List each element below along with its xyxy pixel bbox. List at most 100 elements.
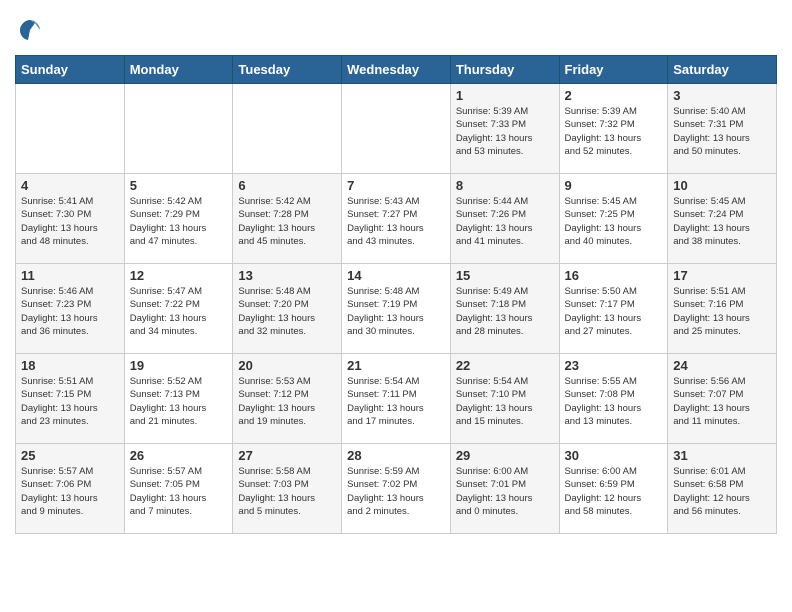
calendar-cell: 27 Sunrise: 5:58 AM Sunset: 7:03 PM Dayli… [233,444,342,534]
day-number: 14 [347,268,445,283]
calendar-cell: 18 Sunrise: 5:51 AM Sunset: 7:15 PM Dayli… [16,354,125,444]
day-number: 1 [456,88,554,103]
day-detail: Sunrise: 5:42 AM Sunset: 7:29 PM Dayligh… [130,195,228,248]
day-number: 29 [456,448,554,463]
logo-icon [15,15,45,45]
day-detail: Sunrise: 5:51 AM Sunset: 7:16 PM Dayligh… [673,285,771,338]
header-monday: Monday [124,56,233,84]
day-number: 21 [347,358,445,373]
calendar-header-row: SundayMondayTuesdayWednesdayThursdayFrid… [16,56,777,84]
logo [15,15,51,45]
day-detail: Sunrise: 5:41 AM Sunset: 7:30 PM Dayligh… [21,195,119,248]
day-number: 30 [565,448,663,463]
header-sunday: Sunday [16,56,125,84]
calendar-cell [233,84,342,174]
day-detail: Sunrise: 5:53 AM Sunset: 7:12 PM Dayligh… [238,375,336,428]
calendar-cell: 25 Sunrise: 5:57 AM Sunset: 7:06 PM Dayli… [16,444,125,534]
week-row-4: 18 Sunrise: 5:51 AM Sunset: 7:15 PM Dayli… [16,354,777,444]
day-number: 24 [673,358,771,373]
calendar-cell: 21 Sunrise: 5:54 AM Sunset: 7:11 PM Dayli… [342,354,451,444]
day-number: 6 [238,178,336,193]
day-detail: Sunrise: 5:48 AM Sunset: 7:20 PM Dayligh… [238,285,336,338]
day-number: 31 [673,448,771,463]
day-number: 8 [456,178,554,193]
calendar-cell: 2Sunrise: 5:39 AM Sunset: 7:32 PM Daylig… [559,84,668,174]
day-detail: Sunrise: 5:43 AM Sunset: 7:27 PM Dayligh… [347,195,445,248]
calendar-cell: 15 Sunrise: 5:49 AM Sunset: 7:18 PM Dayli… [450,264,559,354]
day-detail: Sunrise: 5:51 AM Sunset: 7:15 PM Dayligh… [21,375,119,428]
day-detail: Sunrise: 6:00 AM Sunset: 6:59 PM Dayligh… [565,465,663,518]
header-wednesday: Wednesday [342,56,451,84]
day-detail: Sunrise: 5:49 AM Sunset: 7:18 PM Dayligh… [456,285,554,338]
calendar-cell: 28Sunrise: 5:59 AM Sunset: 7:02 PM Dayli… [342,444,451,534]
calendar-cell: 12 Sunrise: 5:47 AM Sunset: 7:22 PM Dayli… [124,264,233,354]
calendar-cell: 10Sunrise: 5:45 AM Sunset: 7:24 PM Dayli… [668,174,777,264]
day-detail: Sunrise: 5:40 AM Sunset: 7:31 PM Dayligh… [673,105,771,158]
day-detail: Sunrise: 5:58 AM Sunset: 7:03 PM Dayligh… [238,465,336,518]
week-row-2: 4 Sunrise: 5:41 AM Sunset: 7:30 PM Daylig… [16,174,777,264]
week-row-1: 1 Sunrise: 5:39 AM Sunset: 7:33 PM Daylig… [16,84,777,174]
calendar-cell: 14 Sunrise: 5:48 AM Sunset: 7:19 PM Dayli… [342,264,451,354]
page-header [15,15,777,45]
calendar-cell: 17 Sunrise: 5:51 AM Sunset: 7:16 PM Dayli… [668,264,777,354]
day-number: 15 [456,268,554,283]
calendar-cell: 4 Sunrise: 5:41 AM Sunset: 7:30 PM Daylig… [16,174,125,264]
day-detail: Sunrise: 5:44 AM Sunset: 7:26 PM Dayligh… [456,195,554,248]
calendar-cell: 29Sunrise: 6:00 AM Sunset: 7:01 PM Dayli… [450,444,559,534]
day-number: 9 [565,178,663,193]
calendar-table: SundayMondayTuesdayWednesdayThursdayFrid… [15,55,777,534]
day-number: 17 [673,268,771,283]
day-number: 27 [238,448,336,463]
day-number: 28 [347,448,445,463]
day-detail: Sunrise: 5:57 AM Sunset: 7:05 PM Dayligh… [130,465,228,518]
week-row-5: 25 Sunrise: 5:57 AM Sunset: 7:06 PM Dayli… [16,444,777,534]
calendar-cell [16,84,125,174]
day-detail: Sunrise: 5:54 AM Sunset: 7:11 PM Dayligh… [347,375,445,428]
day-number: 26 [130,448,228,463]
header-thursday: Thursday [450,56,559,84]
day-detail: Sunrise: 5:42 AM Sunset: 7:28 PM Dayligh… [238,195,336,248]
calendar-cell: 13 Sunrise: 5:48 AM Sunset: 7:20 PM Dayli… [233,264,342,354]
calendar-cell [124,84,233,174]
day-number: 25 [21,448,119,463]
day-detail: Sunrise: 5:45 AM Sunset: 7:24 PM Dayligh… [673,195,771,248]
week-row-3: 11Sunrise: 5:46 AM Sunset: 7:23 PM Dayli… [16,264,777,354]
calendar-cell [342,84,451,174]
day-detail: Sunrise: 5:54 AM Sunset: 7:10 PM Dayligh… [456,375,554,428]
day-detail: Sunrise: 5:55 AM Sunset: 7:08 PM Dayligh… [565,375,663,428]
calendar-cell: 7 Sunrise: 5:43 AM Sunset: 7:27 PM Daylig… [342,174,451,264]
day-number: 18 [21,358,119,373]
day-detail: Sunrise: 5:48 AM Sunset: 7:19 PM Dayligh… [347,285,445,338]
day-number: 4 [21,178,119,193]
day-detail: Sunrise: 5:52 AM Sunset: 7:13 PM Dayligh… [130,375,228,428]
calendar-cell: 26 Sunrise: 5:57 AM Sunset: 7:05 PM Dayli… [124,444,233,534]
calendar-cell: 8 Sunrise: 5:44 AM Sunset: 7:26 PM Daylig… [450,174,559,264]
day-detail: Sunrise: 5:56 AM Sunset: 7:07 PM Dayligh… [673,375,771,428]
calendar-cell: 16Sunrise: 5:50 AM Sunset: 7:17 PM Dayli… [559,264,668,354]
day-number: 16 [565,268,663,283]
calendar-cell: 22Sunrise: 5:54 AM Sunset: 7:10 PM Dayli… [450,354,559,444]
calendar-cell: 23 Sunrise: 5:55 AM Sunset: 7:08 PM Dayli… [559,354,668,444]
header-saturday: Saturday [668,56,777,84]
day-detail: Sunrise: 5:57 AM Sunset: 7:06 PM Dayligh… [21,465,119,518]
calendar-cell: 6 Sunrise: 5:42 AM Sunset: 7:28 PM Daylig… [233,174,342,264]
day-detail: Sunrise: 5:46 AM Sunset: 7:23 PM Dayligh… [21,285,119,338]
day-detail: Sunrise: 5:47 AM Sunset: 7:22 PM Dayligh… [130,285,228,338]
calendar-cell: 31 Sunrise: 6:01 AM Sunset: 6:58 PM Dayli… [668,444,777,534]
day-number: 13 [238,268,336,283]
calendar-cell: 3Sunrise: 5:40 AM Sunset: 7:31 PM Daylig… [668,84,777,174]
calendar-cell: 20Sunrise: 5:53 AM Sunset: 7:12 PM Dayli… [233,354,342,444]
calendar-cell: 9 Sunrise: 5:45 AM Sunset: 7:25 PM Daylig… [559,174,668,264]
day-number: 12 [130,268,228,283]
calendar-cell: 30 Sunrise: 6:00 AM Sunset: 6:59 PM Dayli… [559,444,668,534]
day-detail: Sunrise: 5:39 AM Sunset: 7:33 PM Dayligh… [456,105,554,158]
calendar-cell: 24 Sunrise: 5:56 AM Sunset: 7:07 PM Dayli… [668,354,777,444]
header-tuesday: Tuesday [233,56,342,84]
calendar-cell: 19Sunrise: 5:52 AM Sunset: 7:13 PM Dayli… [124,354,233,444]
day-detail: Sunrise: 5:39 AM Sunset: 7:32 PM Dayligh… [565,105,663,158]
day-number: 23 [565,358,663,373]
day-detail: Sunrise: 5:45 AM Sunset: 7:25 PM Dayligh… [565,195,663,248]
day-detail: Sunrise: 6:01 AM Sunset: 6:58 PM Dayligh… [673,465,771,518]
day-number: 7 [347,178,445,193]
calendar-cell: 5Sunrise: 5:42 AM Sunset: 7:29 PM Daylig… [124,174,233,264]
